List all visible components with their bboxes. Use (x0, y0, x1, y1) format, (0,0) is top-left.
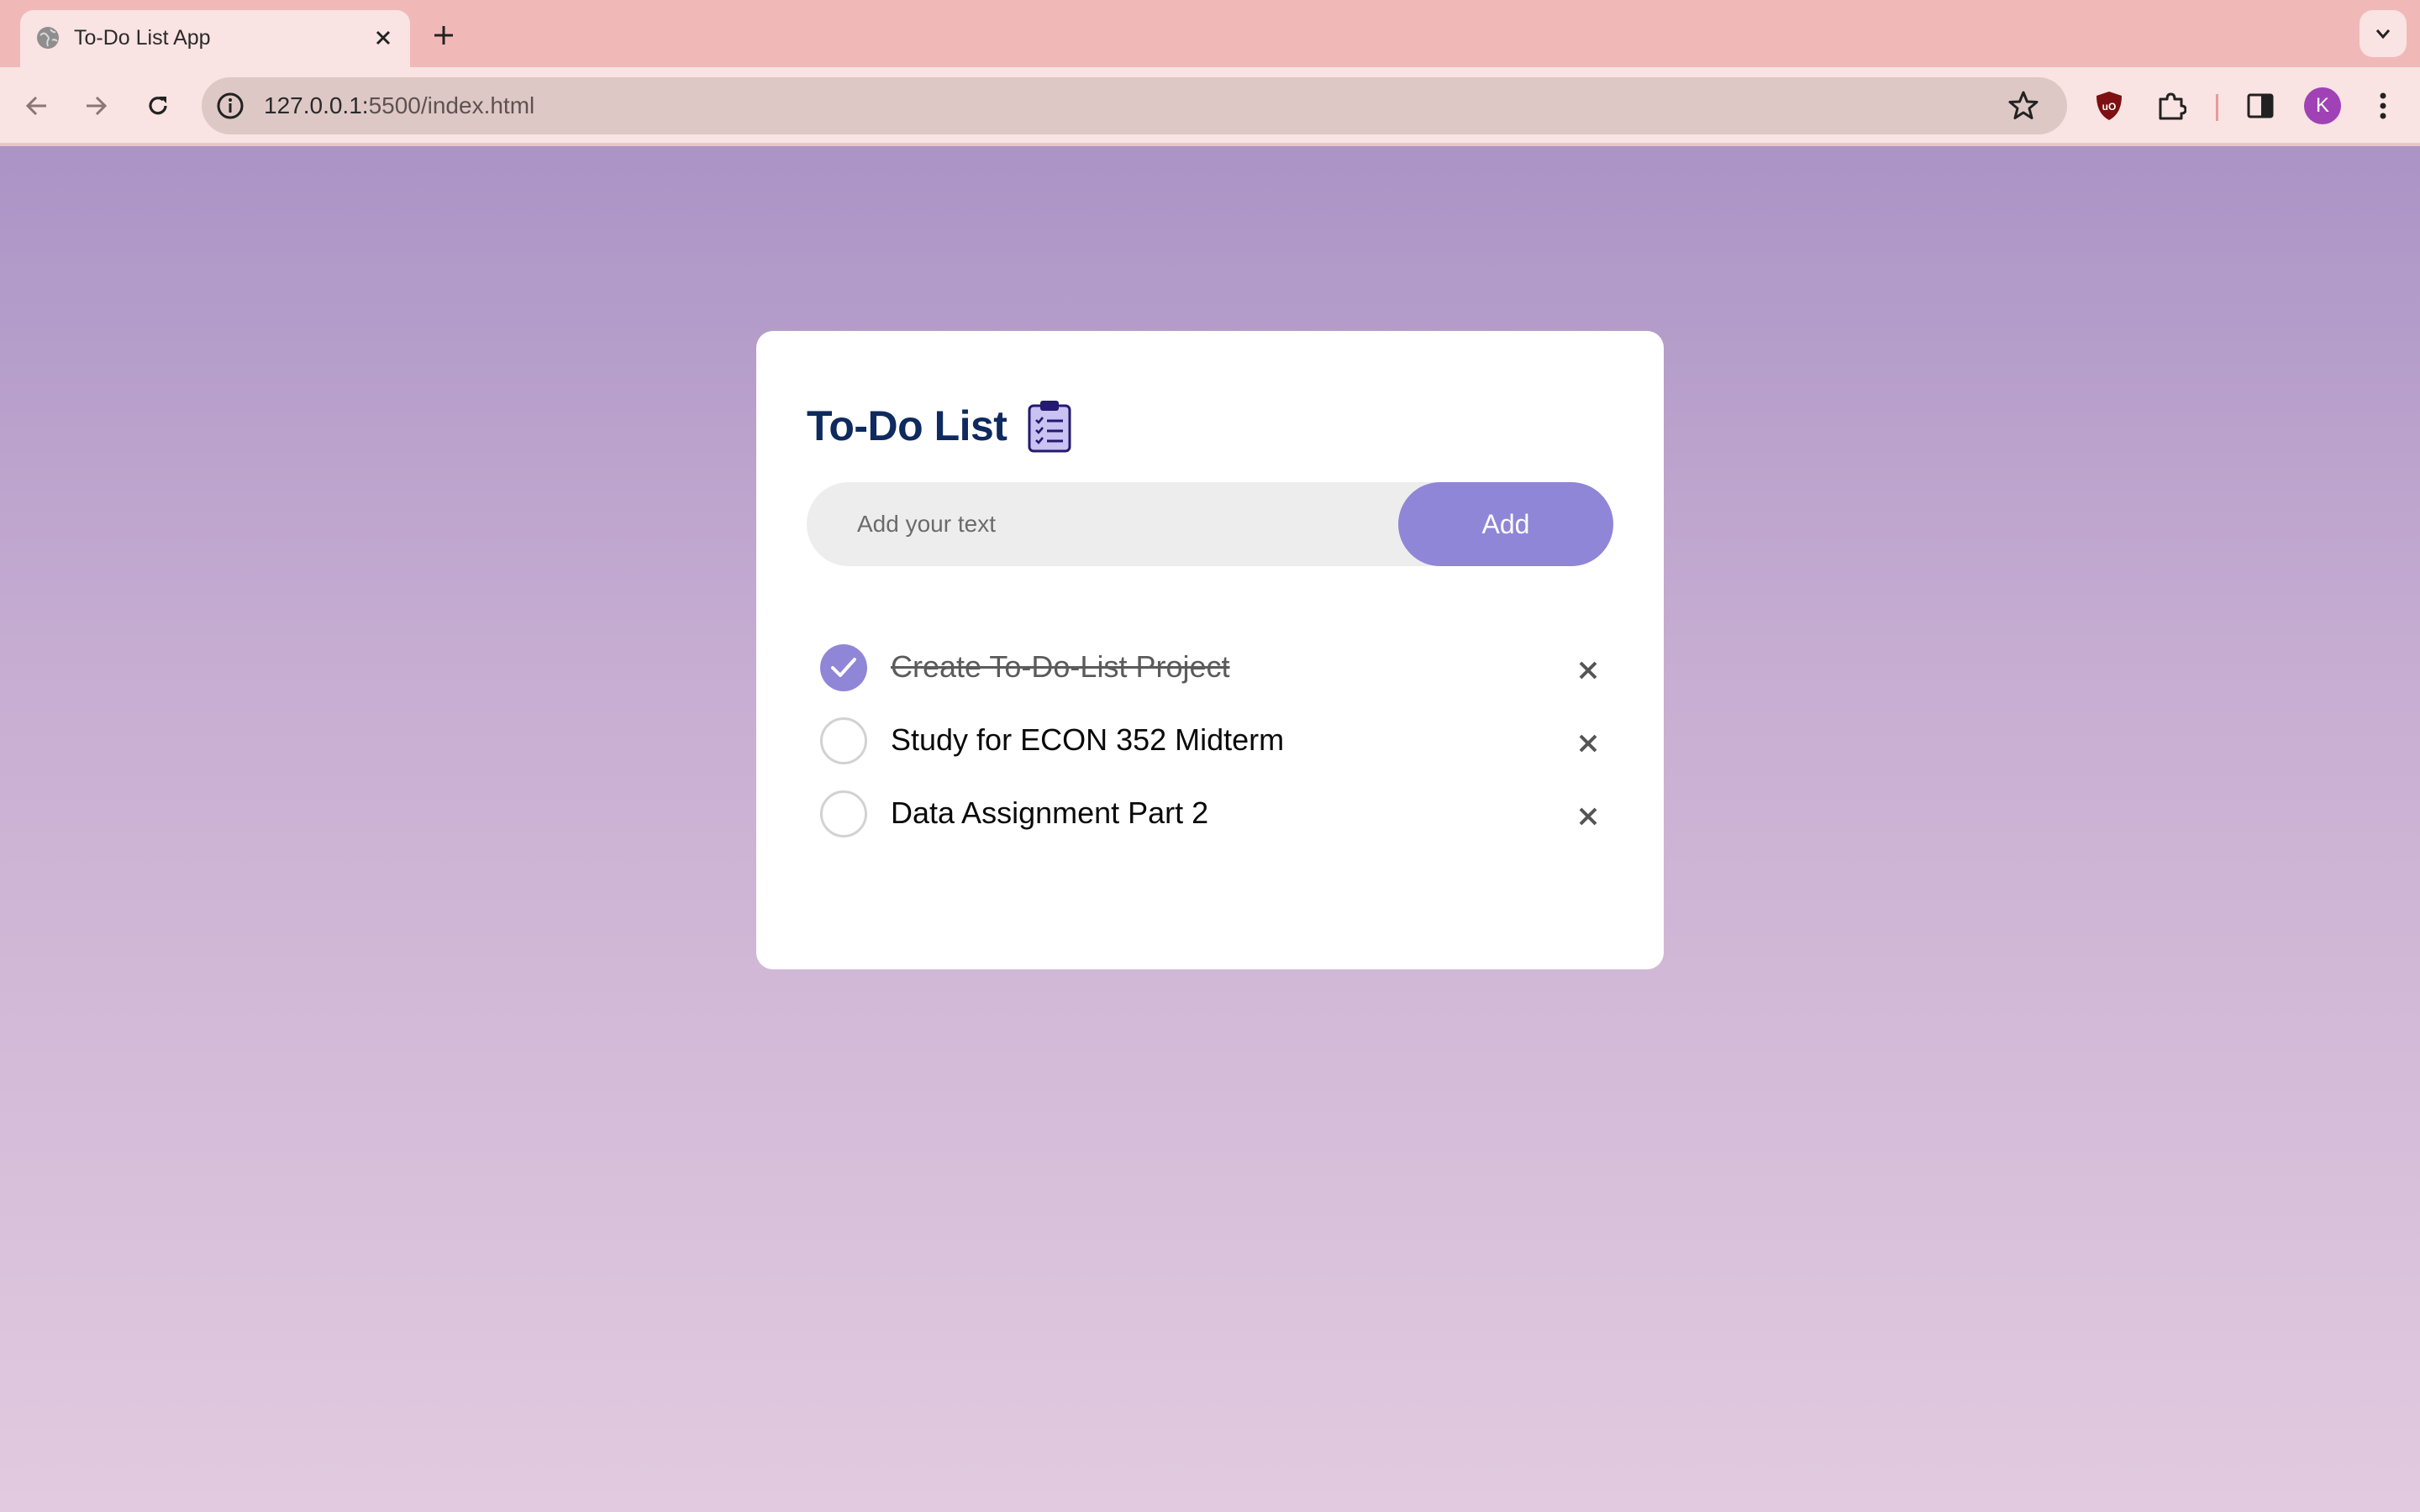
globe-icon (37, 27, 59, 49)
delete-task-button[interactable] (1568, 723, 1608, 764)
svg-text:uO: uO (2102, 101, 2117, 113)
task-label: Data Assignment Part 2 (891, 795, 1209, 830)
tab-search-button[interactable] (2360, 10, 2407, 57)
task-checkbox[interactable] (820, 790, 867, 837)
info-icon[interactable] (215, 91, 245, 121)
browser-menu-button[interactable] (2361, 84, 2405, 128)
page-background: To-Do List Add Create To-Do-List Project (0, 146, 2420, 1512)
delete-task-button[interactable] (1568, 650, 1608, 690)
delete-task-button[interactable] (1568, 796, 1608, 837)
forward-button[interactable] (76, 86, 116, 126)
more-vert-icon (2380, 92, 2386, 119)
address-bar[interactable]: 127.0.0.1:5500/index.html (202, 77, 2067, 134)
tab-title: To-Do List App (74, 26, 211, 50)
browser-toolbar: 127.0.0.1:5500/index.html uO K (0, 67, 2420, 144)
ublock-shield-icon: uO (2096, 92, 2122, 120)
task-item[interactable]: Study for ECON 352 Midterm (807, 706, 1613, 774)
url-host: 127.0.0.1: (264, 92, 369, 118)
task-item[interactable]: Create To-Do-List Project (807, 633, 1613, 701)
task-checkbox[interactable] (820, 717, 867, 764)
app-title: To-Do List (807, 402, 1007, 449)
ublock-extension-button[interactable]: uO (2087, 84, 2131, 128)
close-icon (1579, 807, 1597, 826)
new-tab-button[interactable] (425, 17, 462, 54)
plus-icon (434, 26, 453, 45)
side-panel-button[interactable] (2238, 84, 2282, 128)
task-label: Study for ECON 352 Midterm (891, 722, 1285, 757)
profile-avatar[interactable]: K (2304, 87, 2341, 124)
back-button[interactable] (17, 86, 57, 126)
close-icon (1579, 734, 1597, 753)
extensions-button[interactable] (2149, 84, 2193, 128)
reload-icon (149, 97, 167, 115)
clipboard-checklist-icon (1028, 401, 1071, 453)
todo-card: To-Do List Add Create To-Do-List Project (756, 331, 1664, 969)
chevron-down-icon (2375, 29, 2391, 39)
star-icon[interactable] (2007, 89, 2040, 123)
toolbar-divider (2216, 94, 2218, 121)
task-item[interactable]: Data Assignment Part 2 (807, 780, 1613, 847)
tab-strip: To-Do List App (0, 0, 2420, 67)
arrow-left-icon (25, 96, 46, 116)
browser-tab[interactable]: To-Do List App (20, 10, 410, 67)
close-icon (1579, 661, 1597, 680)
task-checkbox-checked[interactable] (820, 644, 867, 691)
task-label: Create To-Do-List Project (891, 649, 1230, 684)
app-header: To-Do List (807, 396, 1072, 455)
sidebar-icon (2247, 93, 2274, 118)
url-text: 127.0.0.1:5500/index.html (264, 91, 534, 121)
task-input[interactable] (807, 482, 1395, 566)
add-button[interactable]: Add (1398, 482, 1613, 566)
close-icon[interactable] (368, 23, 398, 53)
arrow-right-icon (87, 96, 108, 116)
url-path: 5500/index.html (368, 92, 535, 118)
reload-button[interactable] (138, 86, 178, 126)
puzzle-icon (2159, 92, 2186, 120)
check-icon (831, 658, 856, 677)
add-task-form: Add (807, 482, 1613, 566)
